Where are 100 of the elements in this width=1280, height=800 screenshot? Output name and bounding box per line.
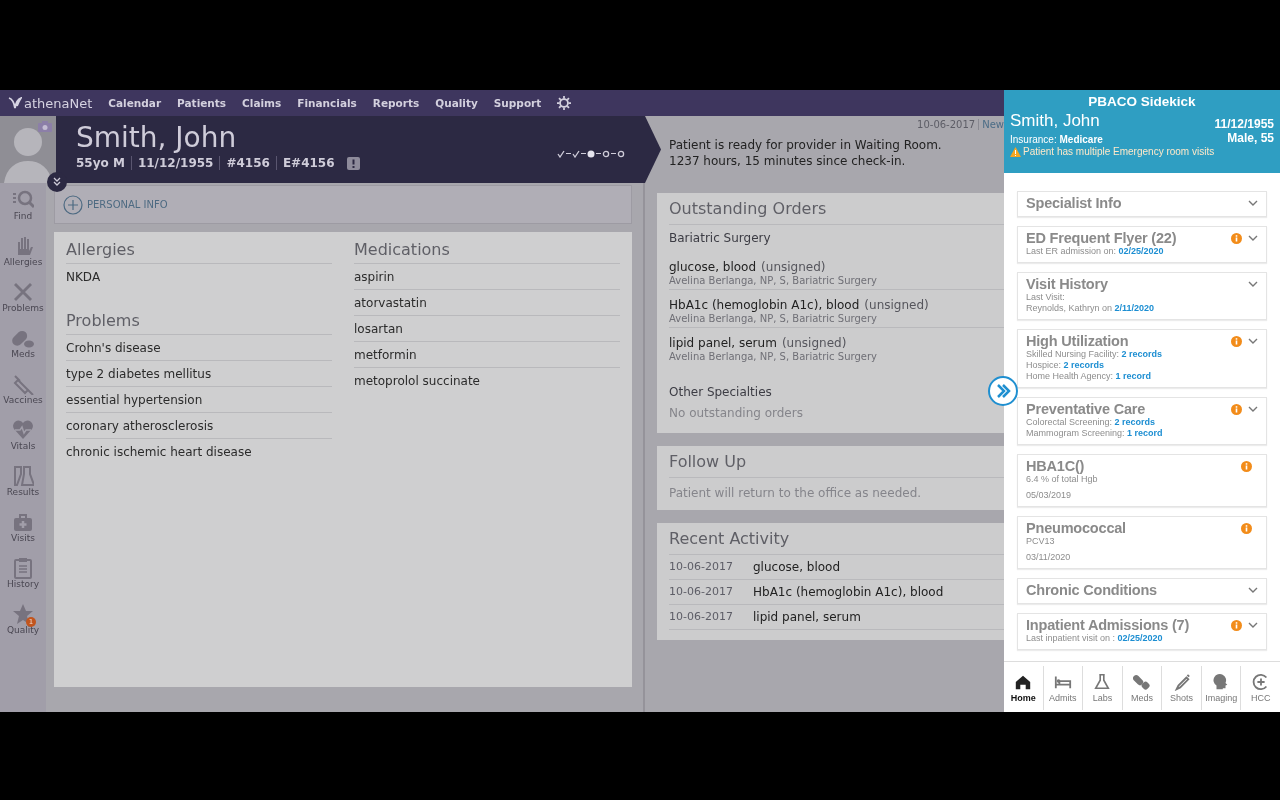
section-title: Medications [354, 240, 620, 264]
info-icon [1241, 522, 1252, 534]
bottom-tab[interactable]: Admits [1043, 666, 1084, 710]
patient-name: Smith, John [76, 121, 238, 155]
card-title: Specialist Info [1026, 195, 1123, 211]
nav-menu-item[interactable]: Patients [177, 97, 227, 109]
list-entry: coronary atherosclerosis [66, 413, 332, 439]
card-detail: Last ER admission on: 02/25/2020 [1026, 246, 1165, 257]
bottom-tab[interactable]: HCC [1241, 666, 1280, 710]
nav-menu-item[interactable]: Reports [372, 97, 420, 109]
order-provider: Avelina Berlanga, NP, S, Bariatric Surgery [669, 313, 878, 324]
panel-title: PBACO Sidekick [1087, 94, 1197, 109]
info-icon [1231, 335, 1242, 347]
record-link[interactable]: 1 record [1115, 371, 1152, 381]
info-card[interactable]: Visit History Last Visit: Reynolds, Kathryn on 2/11/2020 [1017, 272, 1267, 320]
card-title: High Utilization [1026, 333, 1129, 349]
info-icon [1241, 460, 1252, 472]
chevron-down-icon[interactable] [1248, 280, 1258, 288]
order-name: HbA1c (hemoglobin A1c), blood [669, 298, 860, 312]
activity-date: 10-06-2017 [669, 560, 734, 574]
info-icon [1231, 403, 1242, 415]
card-detail: Hospice: 2 records [1026, 360, 1106, 371]
info-card[interactable]: Pneumococcal PCV13 03/11/2020 [1017, 516, 1267, 569]
list-entry: metoprolol succinate [354, 373, 481, 390]
record-link[interactable]: 1 record [1127, 428, 1163, 438]
warning-icon [1010, 146, 1021, 157]
activity-item: HbA1c (hemoglobin A1c), blood [753, 585, 944, 599]
card-detail: Reynolds, Kathryn on 2/11/2020 [1026, 303, 1156, 314]
list-entry: type 2 diabetes mellitus [66, 361, 332, 387]
info-card[interactable]: Preventative Care Colorectal Screening: 2 records Mammogram Screening: 1 record [1017, 397, 1267, 445]
record-link[interactable]: 02/25/2020 [1117, 633, 1163, 643]
search-icon [12, 189, 34, 211]
info-card[interactable]: Chronic Conditions [1017, 578, 1267, 604]
rail-nav-item[interactable]: Vitals [0, 419, 46, 465]
bottom-tab[interactable]: Shots [1162, 666, 1202, 710]
section-title: Problems [66, 311, 332, 335]
card-title: Outstanding Orders [669, 193, 1004, 225]
flask-icon [1093, 673, 1112, 691]
info-icon [1231, 619, 1242, 631]
bottom-tab[interactable]: Home [1004, 666, 1044, 710]
card-title: Chronic Conditions [1026, 582, 1158, 598]
bottom-tab[interactable]: Meds [1122, 666, 1163, 710]
list-entry: losartan [354, 316, 620, 342]
card-title: ED Frequent Flyer (22) [1026, 230, 1178, 246]
card-detail: 03/11/2020 [1026, 552, 1072, 563]
personal-info-bar[interactable]: PERSONAL INFO [54, 185, 632, 224]
chevron-down-icon[interactable] [1248, 405, 1258, 413]
leaf-logo-icon [8, 97, 22, 109]
nav-menu-item[interactable]: Quality [435, 97, 478, 109]
record-link[interactable]: 2 records [1114, 417, 1156, 427]
nav-menu-item[interactable]: Calendar [108, 97, 162, 109]
activity-date: 10-06-2017 [669, 610, 734, 624]
card-detail: Last Visit: [1026, 292, 1066, 303]
double-chevron-right-icon [995, 383, 1011, 399]
chevron-down-icon[interactable] [1248, 234, 1258, 242]
record-link[interactable]: 02/25/2020 [1118, 246, 1164, 256]
order-name: glucose, blood [669, 260, 756, 274]
bottom-tab[interactable]: Imaging [1201, 666, 1242, 710]
record-link[interactable]: 2 records [1063, 360, 1105, 370]
rail-nav-item[interactable]: Visits [0, 511, 46, 557]
star-icon [12, 603, 34, 625]
empty-message: No outstanding orders [669, 406, 803, 422]
chevron-down-icon[interactable] [1248, 199, 1258, 207]
nav-menu-item[interactable]: Claims [242, 97, 282, 109]
list-entry: atorvastatin [354, 290, 620, 316]
rail-nav-item[interactable]: Vaccines [0, 373, 46, 419]
order-status: (unsigned) [781, 336, 847, 350]
chevron-down-icon[interactable] [1248, 337, 1258, 345]
nav-menu-item[interactable]: Support [493, 97, 542, 109]
order-name: lipid panel, serum [669, 336, 777, 350]
nav-menu-item[interactable]: Financials [297, 97, 357, 109]
list-entry: chronic ischemic heart disease [66, 444, 253, 461]
activity-date: 10-06-2017 [669, 585, 734, 599]
card-detail: Mammogram Screening: 1 record [1026, 428, 1164, 439]
record-link[interactable]: 2/11/2020 [1114, 303, 1155, 313]
rail-nav-item[interactable]: Results [0, 465, 46, 511]
rail-nav-item[interactable]: Find [0, 189, 46, 235]
info-card[interactable]: Inpatient Admissions (7) Last inpatient visit on : 02/25/2020 [1017, 613, 1267, 650]
chevron-down-icon[interactable] [1248, 621, 1258, 629]
alert-icon[interactable] [346, 156, 360, 170]
rail-nav-item[interactable]: History [0, 557, 46, 603]
list-entry: NKDA [66, 269, 102, 286]
info-card[interactable]: High Utilization Skilled Nursing Facility: 2 records Hospice: 2 records Home Health Agency: 1 record [1017, 329, 1267, 388]
bottom-tab[interactable]: Labs [1083, 666, 1123, 710]
settings-icon[interactable] [557, 96, 572, 110]
info-card[interactable]: Specialist Info [1017, 191, 1267, 217]
info-card[interactable]: ED Frequent Flyer (22) Last ER admission on: 02/25/2020 [1017, 226, 1267, 263]
card-detail: PCV13 [1026, 536, 1056, 547]
rail-nav-item[interactable]: Meds [0, 327, 46, 373]
patient-name: Smith, John [1010, 111, 1100, 131]
info-card[interactable]: HBA1C() 6.4 % of total Hgb 05/03/2019 [1017, 454, 1267, 507]
activity-item: glucose, blood [753, 560, 840, 574]
rail-nav-item[interactable]: Problems [0, 281, 46, 327]
rail-nav-item[interactable]: Allergies [0, 235, 46, 281]
chevron-down-icon[interactable] [1248, 586, 1258, 594]
check-in-status-message: Patient is ready for provider in Waiting Room. 1237 hours, 15 minutes since check-in. [669, 137, 943, 169]
pill-icon [1133, 673, 1151, 691]
card-title: Preventative Care [1026, 401, 1147, 417]
record-link[interactable]: 2 records [1121, 349, 1163, 359]
group-heading: Other Specialties [669, 384, 772, 401]
